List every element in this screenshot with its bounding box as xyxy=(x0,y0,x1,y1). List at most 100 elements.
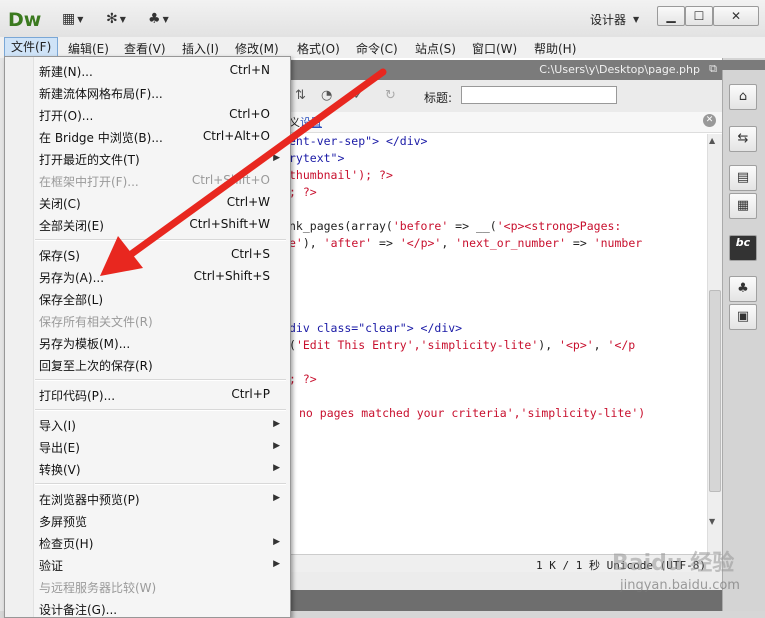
scroll-down-icon[interactable]: ▼ xyxy=(709,517,715,526)
code-line-10: no pages matched your criteria','simplic… xyxy=(299,406,646,420)
menu-item-open-recent[interactable]: 打开最近的文件(T) xyxy=(39,151,140,168)
menu-gutter xyxy=(5,57,34,617)
menu-item-compare-remote: 与远程服务器比较(W) xyxy=(39,581,157,595)
menu-item-save-all[interactable]: 保存全部(L) xyxy=(39,291,103,308)
toolbox-icon[interactable]: ▣ xyxy=(729,304,757,330)
code-line-8f: '</p xyxy=(607,338,636,352)
menu-item-print-code[interactable]: 打印代码(P)... xyxy=(39,387,115,404)
menu-item-export[interactable]: 导出(E) xyxy=(39,439,80,456)
close-button[interactable]: ✕ xyxy=(713,6,759,26)
assets-panel-icon[interactable]: ▦ xyxy=(729,193,757,219)
title-label: 标题: xyxy=(424,91,453,105)
menu-insert[interactable]: 插入(I) xyxy=(182,40,219,57)
code-line-8e: , xyxy=(593,338,608,352)
code-line-5b: 'before' xyxy=(392,219,449,233)
menu-item-save-as-template[interactable]: 另存为模板(M)... xyxy=(39,335,130,352)
code-line-7b: </div> xyxy=(413,321,463,335)
menu-item-validate[interactable]: 验证 xyxy=(39,557,63,574)
menu-view[interactable]: 查看(V) xyxy=(124,40,166,57)
business-catalyst-icon[interactable]: bc xyxy=(729,235,757,261)
shortcut-save: Ctrl+S xyxy=(230,247,270,261)
document-tab-bar: C:\Users\y\Desktop\page.php ⧉ xyxy=(289,60,722,80)
file-menu-dropdown: 新建(N)... Ctrl+N 新建流体网格布局(F)... 打开(O)... … xyxy=(4,56,291,618)
menu-item-revert[interactable]: 回复至上次的保存(R) xyxy=(39,357,153,374)
menu-item-save[interactable]: 保存(S) xyxy=(39,247,80,264)
menu-command[interactable]: 命令(C) xyxy=(356,40,398,57)
code-line-6a: e' xyxy=(289,236,303,250)
code-line-3a: thumbnail' xyxy=(289,168,359,182)
code-line-6f: , xyxy=(441,236,456,250)
menu-item-save-related: 保存所有相关文件(R) xyxy=(39,315,153,329)
properties-panel-header xyxy=(289,590,722,611)
menu-help[interactable]: 帮助(H) xyxy=(534,40,576,57)
code-view[interactable]: ent-ver-sep"> </div> rytext"> thumbnail'… xyxy=(289,134,707,554)
watermark-url: jingyan.baidu.com xyxy=(620,578,740,593)
menu-item-new[interactable]: 新建(N)... xyxy=(39,63,93,80)
close-icon[interactable]: ✕ xyxy=(703,114,716,127)
code-line-8c: ), xyxy=(538,338,560,352)
maximize-button[interactable]: ☐ xyxy=(685,6,713,26)
menu-modify[interactable]: 修改(M) xyxy=(235,40,279,57)
code-line-6i: 'number xyxy=(593,236,643,250)
info-bar: 义设置 ✕ xyxy=(289,112,722,133)
check-page-icon[interactable]: ✓ xyxy=(353,88,364,103)
watermark-logo: Baidu 经验 xyxy=(612,551,735,576)
menu-format[interactable]: 格式(O) xyxy=(297,40,340,57)
menu-separator xyxy=(35,409,286,411)
restore-icon[interactable]: ⧉ xyxy=(709,62,717,76)
minimize-button[interactable]: ▁ xyxy=(657,6,685,26)
menu-separator xyxy=(35,483,286,485)
refresh-icon[interactable]: ↻ xyxy=(385,88,396,103)
shortcut-close-all: Ctrl+Shift+W xyxy=(189,217,270,231)
menu-separator xyxy=(35,379,286,381)
menu-file[interactable]: 文件(F) xyxy=(4,37,59,57)
code-line-5c: => __( xyxy=(448,219,497,233)
menu-item-open[interactable]: 打开(O)... xyxy=(39,107,93,124)
submenu-arrow-icon: ▶ xyxy=(273,153,280,163)
shortcut-new: Ctrl+N xyxy=(229,63,270,77)
chevron-down-icon[interactable]: ▼ xyxy=(633,15,639,24)
code-line-6c: 'after' xyxy=(323,236,373,250)
menu-item-convert[interactable]: 转换(V) xyxy=(39,461,81,478)
code-line-8b: 'Edit This Entry','simplicity-lite' xyxy=(295,338,539,352)
site-icon[interactable]: ♣ ▼ xyxy=(148,11,169,27)
title-input[interactable] xyxy=(461,86,617,104)
submenu-arrow-icon: ▶ xyxy=(273,493,280,503)
menu-edit[interactable]: 编辑(E) xyxy=(68,40,109,57)
shortcut-browse-bridge: Ctrl+Alt+O xyxy=(202,129,270,143)
insert-panel-icon[interactable]: ⌂ xyxy=(729,84,757,110)
settings-link[interactable]: 设置 xyxy=(300,116,322,129)
files-panel-icon[interactable]: ⇆ xyxy=(729,126,757,152)
layout-icon[interactable]: ▦ ▼ xyxy=(62,11,83,27)
shortcut-print-code: Ctrl+P xyxy=(231,387,270,401)
dreamweaver-logo: Dw xyxy=(8,9,42,31)
submenu-arrow-icon: ▶ xyxy=(273,537,280,547)
menu-item-preview-browser[interactable]: 在浏览器中预览(P) xyxy=(39,491,140,508)
menu-item-new-fluid-grid[interactable]: 新建流体网格布局(F)... xyxy=(39,85,163,102)
title-bar: Dw ▦ ▼ ✻ ▼ ♣ ▼ 设计器 ▼ ▁ ☐ ✕ xyxy=(0,0,765,38)
menu-item-browse-bridge[interactable]: 在 Bridge 中浏览(B)... xyxy=(39,129,163,146)
menu-item-multiscreen-preview[interactable]: 多屏预览 xyxy=(39,513,87,530)
gear-icon[interactable]: ✻ ▼ xyxy=(106,11,126,27)
css-panel-icon[interactable]: ▤ xyxy=(729,165,757,191)
site-map-icon[interactable]: ♣ xyxy=(729,276,757,302)
code-line-3b: ); ?> xyxy=(358,168,393,182)
code-line-6d: => xyxy=(372,236,400,250)
menu-item-save-as[interactable]: 另存为(A)... xyxy=(39,269,104,286)
workspace-switcher[interactable]: 设计器 xyxy=(590,11,626,28)
browser-preview-icon[interactable]: ◔ xyxy=(321,88,332,103)
scrollbar-thumb[interactable] xyxy=(709,290,721,492)
menu-item-import[interactable]: 导入(I) xyxy=(39,417,76,434)
file-management-icon[interactable]: ⇅ xyxy=(295,88,306,103)
menu-item-close[interactable]: 关闭(C) xyxy=(39,195,81,212)
menu-site[interactable]: 站点(S) xyxy=(415,40,456,57)
scroll-up-icon[interactable]: ▲ xyxy=(709,136,715,145)
menu-window[interactable]: 窗口(W) xyxy=(472,40,517,57)
menu-separator xyxy=(35,239,286,241)
menu-item-design-notes[interactable]: 设计备注(G)... xyxy=(39,601,117,618)
menu-item-close-all[interactable]: 全部关闭(E) xyxy=(39,217,104,234)
code-line-8d: '<p>' xyxy=(559,338,594,352)
info-text: 义设置 xyxy=(289,114,322,130)
menu-item-check-page[interactable]: 检查页(H) xyxy=(39,535,93,552)
code-line-1b: </div> xyxy=(379,134,428,148)
